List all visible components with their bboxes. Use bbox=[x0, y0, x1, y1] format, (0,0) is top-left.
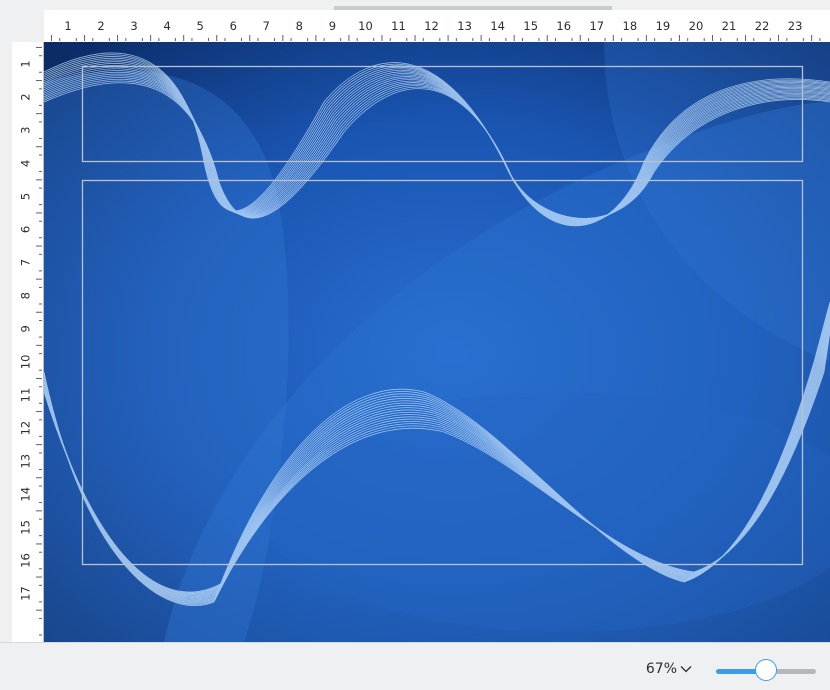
ruler-label: 10 bbox=[19, 355, 33, 370]
ruler-label: 11 bbox=[391, 19, 406, 33]
ruler-label: 15 bbox=[19, 520, 33, 535]
ruler-label: 22 bbox=[755, 19, 770, 33]
ruler-label: 5 bbox=[19, 193, 33, 200]
ruler-label: 12 bbox=[19, 421, 33, 436]
ruler-label: 2 bbox=[19, 93, 33, 100]
horizontal-ruler[interactable]: 1 2 3 4 5 6 7 8 9 10 11 12 13 14 15 16 17 18 19 20 21 22 23 bbox=[44, 10, 830, 43]
ruler-label: 18 bbox=[623, 19, 638, 33]
ruler-label: 17 bbox=[589, 19, 604, 33]
ruler-label: 6 bbox=[230, 19, 237, 33]
ruler-label: 5 bbox=[197, 19, 204, 33]
left-gutter bbox=[0, 42, 12, 642]
slide-canvas[interactable] bbox=[44, 42, 830, 642]
chevron-down-icon bbox=[680, 666, 692, 673]
zoom-level-label: 67% bbox=[645, 661, 677, 677]
ruler-label: 12 bbox=[424, 19, 439, 33]
ruler-label: 11 bbox=[19, 388, 33, 403]
zoom-slider[interactable] bbox=[716, 659, 816, 683]
ruler-label: 9 bbox=[329, 19, 336, 33]
zoom-slider-handle[interactable] bbox=[755, 659, 777, 681]
ruler-label: 23 bbox=[788, 19, 803, 33]
horizontal-ruler-scale: 1 2 3 4 5 6 7 8 9 10 11 12 13 14 15 16 17 18 19 20 21 22 23 bbox=[50, 19, 821, 41]
ruler-label: 3 bbox=[130, 19, 137, 33]
ruler-label: 13 bbox=[19, 454, 33, 469]
ruler-label: 19 bbox=[656, 19, 671, 33]
slide-background-image bbox=[44, 42, 830, 642]
ruler-label: 2 bbox=[97, 19, 104, 33]
ruler-label: 16 bbox=[19, 553, 33, 568]
ruler-label: 4 bbox=[19, 160, 33, 167]
ruler-label: 17 bbox=[19, 586, 33, 601]
top-scrollbar-track[interactable] bbox=[44, 0, 830, 10]
vertical-ruler-scale: 1234567891011121314151617 bbox=[19, 46, 42, 636]
ruler-label: 7 bbox=[263, 19, 270, 33]
ruler-label: 6 bbox=[19, 226, 33, 233]
zoom-level-dropdown[interactable]: 67% bbox=[646, 661, 692, 677]
ruler-corner bbox=[0, 0, 44, 44]
ruler-label: 10 bbox=[358, 19, 373, 33]
vertical-ruler[interactable]: 1 2 3 4 5 6 7 8 9 10 11 12 13 14 15 16 17 bbox=[12, 42, 44, 642]
ruler-label: 3 bbox=[19, 127, 33, 134]
impress-editor: 1 2 3 4 5 6 7 8 9 10 11 12 13 14 15 16 17 18 19 20 21 22 23 12… bbox=[0, 0, 830, 690]
ruler-label: 4 bbox=[163, 19, 170, 33]
ruler-label: 13 bbox=[457, 19, 472, 33]
ruler-label: 14 bbox=[19, 487, 33, 502]
ruler-label: 16 bbox=[556, 19, 571, 33]
ruler-label: 20 bbox=[689, 19, 704, 33]
status-bar: 67% bbox=[0, 642, 830, 690]
ruler-label: 1 bbox=[64, 19, 71, 33]
ruler-label: 15 bbox=[523, 19, 538, 33]
ruler-label: 7 bbox=[19, 259, 33, 266]
ruler-label: 21 bbox=[722, 19, 737, 33]
ruler-label: 8 bbox=[19, 292, 33, 299]
ruler-label: 8 bbox=[296, 19, 303, 33]
ruler-label: 9 bbox=[19, 325, 33, 332]
ruler-label: 14 bbox=[490, 19, 505, 33]
ruler-label: 1 bbox=[19, 60, 33, 67]
